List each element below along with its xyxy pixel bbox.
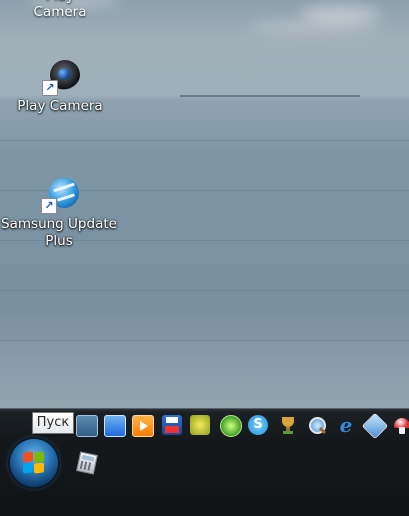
desktop-wallpaper: Play Camera ↗ Play Camera ↗ Samsung Upda… (0, 0, 409, 408)
windows-orb-icon (23, 451, 45, 474)
desktop-icon-label-line-2: Plus (45, 233, 73, 249)
trophy-icon[interactable] (278, 415, 298, 435)
mushroom-icon[interactable] (392, 415, 409, 435)
start-tooltip: Пуск (32, 412, 74, 434)
globe-update-icon: ↗ (39, 176, 79, 216)
shortcut-arrow-icon: ↗ (42, 80, 58, 96)
save-icon[interactable] (162, 415, 182, 435)
shortcut-arrow-icon: ↗ (41, 198, 57, 214)
skype-icon[interactable]: S (248, 415, 268, 435)
camera-icon: ↗ (40, 58, 80, 98)
desktop-icon-label-line-1: Samsung Update (1, 216, 117, 232)
antivirus-icon[interactable] (220, 415, 242, 437)
network-icon[interactable] (361, 412, 389, 440)
robot-icon[interactable] (190, 415, 210, 435)
media-player-icon[interactable] (132, 415, 154, 437)
desktop-icon[interactable] (104, 415, 126, 437)
desktop-icon-play-camera[interactable]: ↗ Play Camera (10, 58, 110, 115)
ie-icon[interactable]: e (336, 415, 356, 435)
desktop-icon-label: Play Camera (17, 98, 103, 114)
photo-viewer-icon[interactable] (76, 415, 98, 437)
desktop-icon-label-partial: Play Camera (33, 0, 87, 20)
calculator-icon[interactable] (76, 451, 98, 475)
start-button[interactable] (10, 439, 58, 487)
desktop-icon-samsung-update-plus[interactable]: ↗ Samsung Update Plus (0, 176, 118, 250)
globe-search-icon[interactable] (306, 415, 327, 435)
